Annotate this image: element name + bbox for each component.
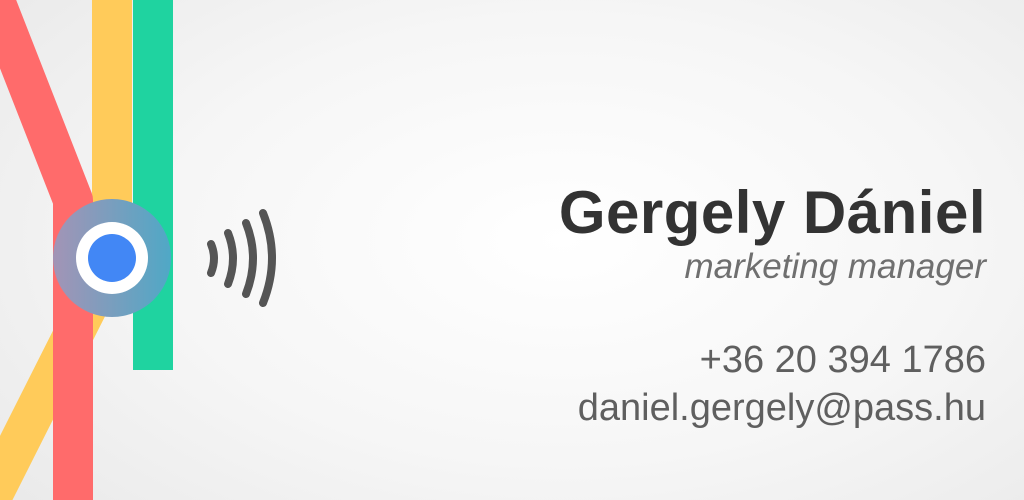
green-transit-line: [133, 0, 173, 370]
transit-map-graphic: [0, 0, 276, 500]
job-title: marketing manager: [684, 247, 986, 286]
business-card: Gergely Dániel marketing manager +36 20 …: [0, 0, 1024, 500]
phone-number: +36 20 394 1786: [699, 339, 986, 381]
email-address: daniel.gergely@pass.hu: [577, 387, 986, 429]
person-name: Gergely Dániel: [558, 179, 986, 246]
contact-info: Gergely Dániel marketing manager +36 20 …: [559, 178, 986, 431]
contactless-signal-icon: [207, 209, 276, 307]
station-marker-icon: [53, 199, 171, 317]
